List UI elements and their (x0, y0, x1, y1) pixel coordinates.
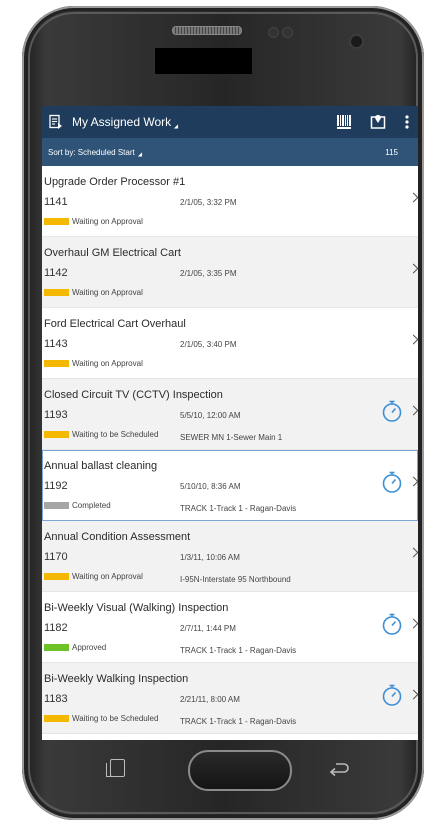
stopwatch-icon[interactable] (380, 683, 404, 707)
work-order-id: 1183 (44, 693, 68, 705)
status-swatch (44, 289, 69, 296)
status-text: Waiting on Approval (72, 288, 143, 297)
work-order-row[interactable]: Bi-Weekly Visual (Walking) Inspection 118… (42, 592, 418, 663)
work-order-location: TRACK 1-Track 1 - Ragan-Davis (180, 504, 297, 513)
redaction-block (155, 48, 252, 74)
status-badge: Waiting to be Scheduled (44, 430, 158, 439)
work-order-title: Bi-Weekly Walking Inspection (44, 673, 189, 685)
app-bar-actions (336, 114, 410, 130)
home-button[interactable] (188, 750, 292, 791)
map-icon[interactable] (370, 114, 386, 130)
sort-label-text: Sort by: Scheduled Start (48, 147, 135, 157)
scheduled-start: 5/10/10, 8:36 AM (180, 482, 241, 491)
work-order-id: 1142 (44, 267, 68, 279)
scheduled-start: 5/5/10, 12:00 AM (180, 411, 241, 420)
chevron-right-icon[interactable] (408, 405, 418, 416)
status-badge: Waiting on Approval (44, 359, 143, 368)
work-order-location: SEWER MN 1-Sewer Main 1 (180, 433, 283, 442)
status-swatch (44, 218, 69, 225)
status-swatch (44, 431, 69, 438)
work-order-row[interactable]: Annual Condition Assessment 1170 1/3/11, 1… (42, 521, 418, 592)
status-swatch (44, 502, 69, 509)
chevron-right-icon[interactable] (408, 689, 418, 700)
work-order-title: Closed Circuit TV (CCTV) Inspection (44, 389, 223, 401)
work-order-title: Ford Electrical Cart Overhaul (44, 318, 186, 330)
stopwatch-icon[interactable] (380, 399, 404, 423)
work-order-row[interactable]: Overhaul GM Electrical Cart 1142 2/1/05, 3… (42, 237, 418, 308)
status-text: Completed (72, 501, 111, 510)
front-camera (349, 34, 364, 49)
status-badge: Completed (44, 501, 111, 510)
status-badge: Waiting on Approval (44, 288, 143, 297)
proximity-sensor (268, 27, 279, 38)
chevron-right-icon[interactable] (408, 192, 418, 203)
work-order-id: 1192 (44, 480, 68, 492)
barcode-icon[interactable] (336, 114, 352, 130)
status-swatch (44, 715, 69, 722)
chevron-right-icon[interactable] (408, 476, 418, 487)
sort-caret-icon (137, 151, 144, 159)
dropdown-caret-icon (173, 124, 181, 131)
work-order-id: 1182 (44, 622, 68, 634)
chevron-right-icon[interactable] (408, 618, 418, 629)
status-text: Approved (72, 643, 107, 652)
sort-bar[interactable]: Sort by: Scheduled Start 115 (42, 138, 418, 166)
work-order-row[interactable]: Ford Electrical Cart Overhaul 1143 2/1/05,… (42, 308, 418, 379)
app-screen: My Assigned Work Sort by: Scheduled Star… (42, 106, 418, 740)
work-order-id: 1170 (44, 551, 68, 563)
status-text: Waiting on Approval (72, 217, 143, 226)
work-order-id: 1193 (44, 409, 68, 421)
scheduled-start: 2/1/05, 3:40 PM (180, 340, 237, 349)
work-order-title: Upgrade Order Processor #1 (44, 176, 186, 188)
status-badge: Waiting to be Scheduled (44, 714, 158, 723)
status-text: Waiting on Approval (72, 359, 143, 368)
work-order-location: TRACK 1-Track 1 - Ragan-Davis (180, 646, 297, 655)
work-order-id: 1143 (44, 338, 68, 350)
status-swatch (44, 360, 69, 367)
work-order-title: Bi-Weekly Visual (Walking) Inspection (44, 602, 229, 614)
recent-apps-button[interactable] (106, 759, 125, 777)
scheduled-start: 2/21/11, 8:00 AM (180, 695, 240, 704)
status-text: Waiting on Approval (72, 572, 143, 581)
sort-label: Sort by: Scheduled Start (48, 147, 144, 159)
stopwatch-icon[interactable] (380, 470, 404, 494)
status-swatch (44, 644, 69, 651)
scheduled-start: 2/7/11, 1:44 PM (180, 624, 236, 633)
status-text: Waiting to be Scheduled (72, 430, 159, 439)
status-badge: Approved (44, 643, 106, 652)
work-order-list: Upgrade Order Processor #1 1141 2/1/05, 3:… (42, 166, 418, 734)
scheduled-start: 2/1/05, 3:32 PM (180, 198, 237, 207)
app-title[interactable]: My Assigned Work (72, 113, 181, 131)
status-text: Waiting to be Scheduled (72, 714, 159, 723)
work-order-row[interactable]: Upgrade Order Processor #1 1141 2/1/05, 3:… (42, 166, 418, 237)
work-list-icon (49, 114, 62, 129)
work-order-location: I-95N-Interstate 95 Northbound (180, 575, 291, 584)
work-order-location: TRACK 1-Track 1 - Ragan-Davis (180, 717, 297, 726)
work-order-title: Annual Condition Assessment (44, 531, 191, 543)
chevron-right-icon[interactable] (408, 263, 418, 274)
status-swatch (44, 573, 69, 580)
work-order-row[interactable]: Bi-Weekly Walking Inspection 1183 2/21/11,… (42, 663, 418, 734)
back-button[interactable] (327, 760, 351, 778)
status-badge: Waiting on Approval (44, 217, 143, 226)
work-order-title: Overhaul GM Electrical Cart (44, 247, 181, 259)
scheduled-start: 2/1/05, 3:35 PM (180, 269, 237, 278)
status-badge: Waiting on Approval (44, 572, 143, 581)
work-count: 115 (385, 147, 398, 157)
light-sensor (282, 27, 293, 38)
earpiece-speaker (172, 26, 242, 35)
app-title-text: My Assigned Work (72, 115, 172, 129)
app-bar: My Assigned Work (42, 106, 418, 138)
work-order-title: Annual ballast cleaning (44, 460, 158, 472)
work-order-id: 1141 (44, 196, 68, 208)
more-vertical-icon[interactable] (404, 114, 410, 130)
work-order-row[interactable]: Closed Circuit TV (CCTV) Inspection 1193 5… (42, 379, 418, 450)
stopwatch-icon[interactable] (380, 612, 404, 636)
work-order-row[interactable]: Annual ballast cleaning 1192 5/10/10, 8:36… (42, 450, 418, 521)
chevron-right-icon[interactable] (408, 547, 418, 558)
chevron-right-icon[interactable] (408, 334, 418, 345)
scheduled-start: 1/3/11, 10:06 AM (180, 553, 240, 562)
